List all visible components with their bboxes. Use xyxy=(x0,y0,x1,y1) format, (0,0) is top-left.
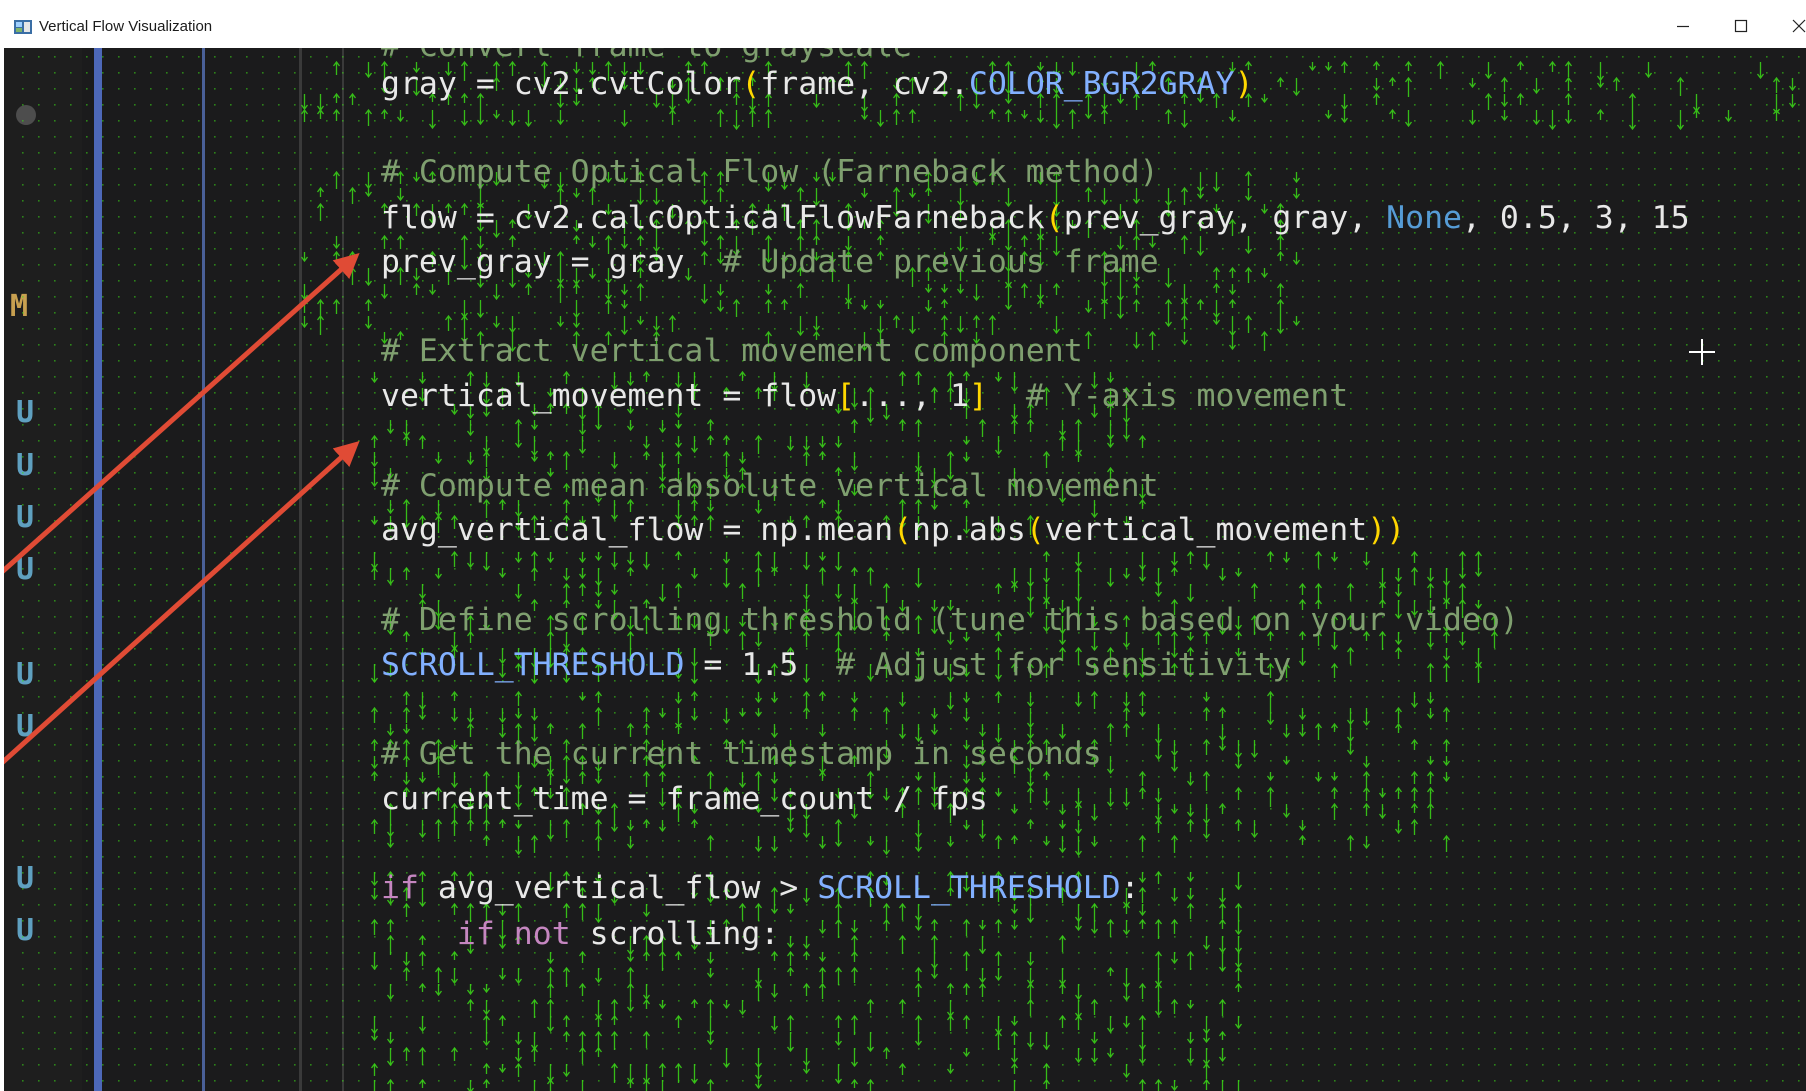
code-line[interactable]: if avg_vertical_flow > SCROLL_THRESHOLD: xyxy=(381,868,1140,908)
code-line[interactable]: avg_vertical_flow = np.mean(np.abs(verti… xyxy=(381,510,1405,550)
window-title: Vertical Flow Visualization xyxy=(39,18,213,35)
code-line[interactable]: prev_gray = gray # Update previous frame xyxy=(381,242,1159,282)
code-line[interactable]: flow = cv2.calcOpticalFlowFarneback(prev… xyxy=(381,198,1690,238)
maximize-icon xyxy=(1734,19,1748,33)
flow-visualization-view: MUUUUUUUU # Convert frame to grayscalegr… xyxy=(4,48,1806,1091)
code-editor: # Convert frame to grayscalegray = cv2.c… xyxy=(4,48,1806,1091)
maximize-button[interactable] xyxy=(1718,8,1764,44)
app-window: Vertical Flow Visualization MUUUUUUUU # … xyxy=(0,0,1806,1091)
code-line[interactable]: # Compute Optical Flow (Farneback method… xyxy=(381,152,1159,192)
code-line[interactable]: SCROLL_THRESHOLD = 1.5 # Adjust for sens… xyxy=(381,645,1291,685)
code-line[interactable]: # Get the current timestamp in seconds xyxy=(381,734,1102,774)
code-line[interactable]: # Define scrolling threshold (tune this … xyxy=(381,600,1519,640)
code-line[interactable]: vertical_movement = flow[..., 1] # Y-axi… xyxy=(381,376,1348,416)
minimize-button[interactable] xyxy=(1660,8,1706,44)
close-button[interactable] xyxy=(1776,8,1806,44)
crosshair-cursor-icon xyxy=(1689,339,1715,365)
code-line[interactable]: if not scrolling: xyxy=(381,914,779,954)
code-line[interactable]: # Extract vertical movement component xyxy=(381,331,1083,371)
app-icon xyxy=(14,20,32,34)
code-line[interactable]: # Compute mean absolute vertical movemen… xyxy=(381,466,1159,506)
code-line[interactable]: gray = cv2.cvtColor(frame, cv2.COLOR_BGR… xyxy=(381,64,1253,104)
title-bar: Vertical Flow Visualization xyxy=(0,0,1806,48)
minimize-icon xyxy=(1677,25,1689,28)
close-icon xyxy=(1792,19,1806,33)
code-line[interactable]: current_time = frame_count / fps xyxy=(381,779,988,819)
